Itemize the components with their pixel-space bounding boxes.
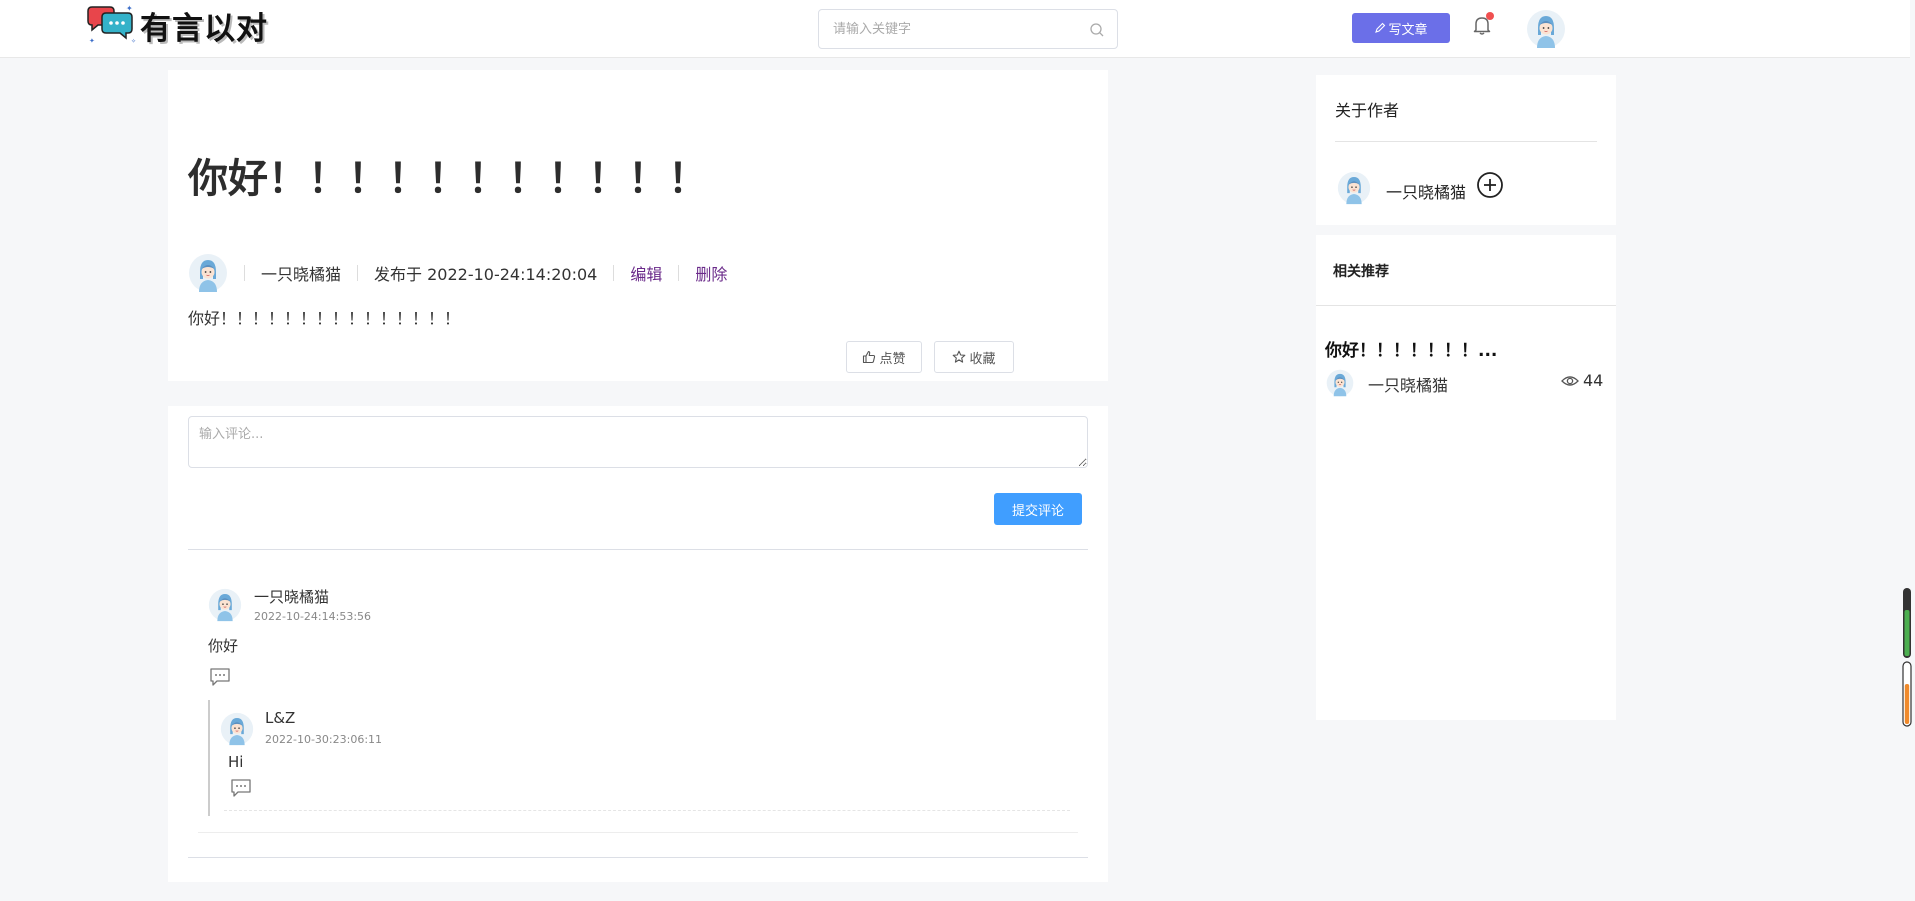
recommend-item-title[interactable]: 你好！！！！！！！... (1325, 336, 1497, 361)
top-navbar: ✦ ✦ ✧ 有言以对 写文章 (0, 0, 1910, 58)
site-logo[interactable]: ✦ ✦ ✧ 有言以对 (86, 2, 268, 48)
author-avatar[interactable] (1337, 169, 1371, 207)
notification-badge (1486, 12, 1494, 20)
star-icon (953, 350, 966, 363)
publish-time: 发布于 2022-10-24:14:20:04 (374, 265, 598, 284)
view-count-value: 44 (1583, 371, 1604, 390)
svg-text:✦: ✦ (89, 37, 95, 45)
article-meta: 一只晓橘猫 发布于 2022-10-24:14:20:04 编辑 删除 (188, 252, 727, 294)
search-icon[interactable] (1089, 22, 1105, 38)
scroll-indicator[interactable] (1902, 588, 1912, 728)
recommend-author: 一只晓橘猫 (1368, 376, 1449, 395)
article-body: 你好！！！！！！！！！！！！！！！ (188, 309, 461, 328)
about-author-title: 关于作者 (1335, 101, 1400, 120)
comment-time: 2022-10-24:14:53:56 (254, 610, 372, 623)
article-title: 你好！！！！！！！！！！！ (188, 156, 708, 202)
divider (224, 810, 1070, 811)
author-avatar[interactable] (188, 252, 228, 294)
write-article-button[interactable]: 写文章 (1352, 13, 1450, 43)
comment-avatar[interactable] (208, 587, 242, 623)
chat-bubbles-logo-icon: ✦ ✦ ✧ (86, 3, 138, 47)
view-count: 44 (1561, 371, 1603, 390)
like-label: 点赞 (879, 351, 906, 367)
search-input[interactable] (833, 19, 1083, 39)
comment-text: 你好 (208, 637, 239, 655)
user-avatar[interactable] (1526, 8, 1566, 50)
thumb-up-icon (863, 350, 876, 364)
divider (613, 265, 615, 281)
recommend-card: 相关推荐 你好！！！！！！！... 一只晓橘猫 44 (1316, 235, 1616, 720)
reply-author[interactable]: L&Z (265, 709, 295, 727)
divider (357, 265, 359, 281)
like-button[interactable]: 点赞 (846, 341, 922, 373)
reply-time: 2022-10-30:23:06:11 (265, 733, 383, 746)
divider (198, 832, 1078, 833)
divider (244, 265, 245, 281)
submit-comment-button[interactable]: 提交评论 (994, 493, 1082, 525)
eye-icon (1561, 375, 1579, 386)
recommend-title: 相关推荐 (1333, 264, 1389, 280)
author-name[interactable]: 一只晓橘猫 (261, 261, 341, 285)
divider (188, 857, 1088, 858)
write-article-label: 写文章 (1388, 22, 1428, 38)
reply-avatar[interactable] (220, 711, 254, 747)
divider (678, 265, 680, 281)
author-name[interactable]: 一只晓橘猫 (1386, 179, 1466, 203)
pen-icon (1375, 22, 1386, 33)
divider (1316, 305, 1616, 306)
comment-author[interactable]: 一只晓橘猫 (254, 586, 329, 607)
favorite-label: 收藏 (969, 351, 996, 367)
delete-link[interactable]: 删除 (695, 261, 727, 285)
divider (188, 549, 1088, 550)
comment-input[interactable] (188, 416, 1088, 468)
comments-card: 提交评论 一只晓橘猫 2022-10-24:14:53:56 你好 L&Z 20… (168, 406, 1108, 882)
reply-text: Hi (228, 753, 244, 771)
svg-text:✧: ✧ (131, 38, 136, 45)
about-author-card: 关于作者 一只晓橘猫 (1316, 75, 1616, 225)
comment-icon[interactable] (209, 667, 231, 687)
favorite-button[interactable]: 收藏 (934, 341, 1014, 373)
article-card: 你好！！！！！！！！！！！ 一只晓橘猫 发布于 2022-10-24:14:20… (168, 70, 1108, 381)
divider (1335, 141, 1597, 142)
edit-link[interactable]: 编辑 (630, 261, 662, 285)
recommend-author-avatar (1326, 367, 1354, 399)
plus-circle-icon[interactable] (1476, 171, 1504, 199)
comment-icon[interactable] (230, 778, 252, 798)
svg-text:✦: ✦ (126, 4, 133, 13)
search-bar (818, 9, 1118, 49)
site-name: 有言以对 (140, 10, 268, 47)
reply-thread-line (208, 700, 210, 816)
